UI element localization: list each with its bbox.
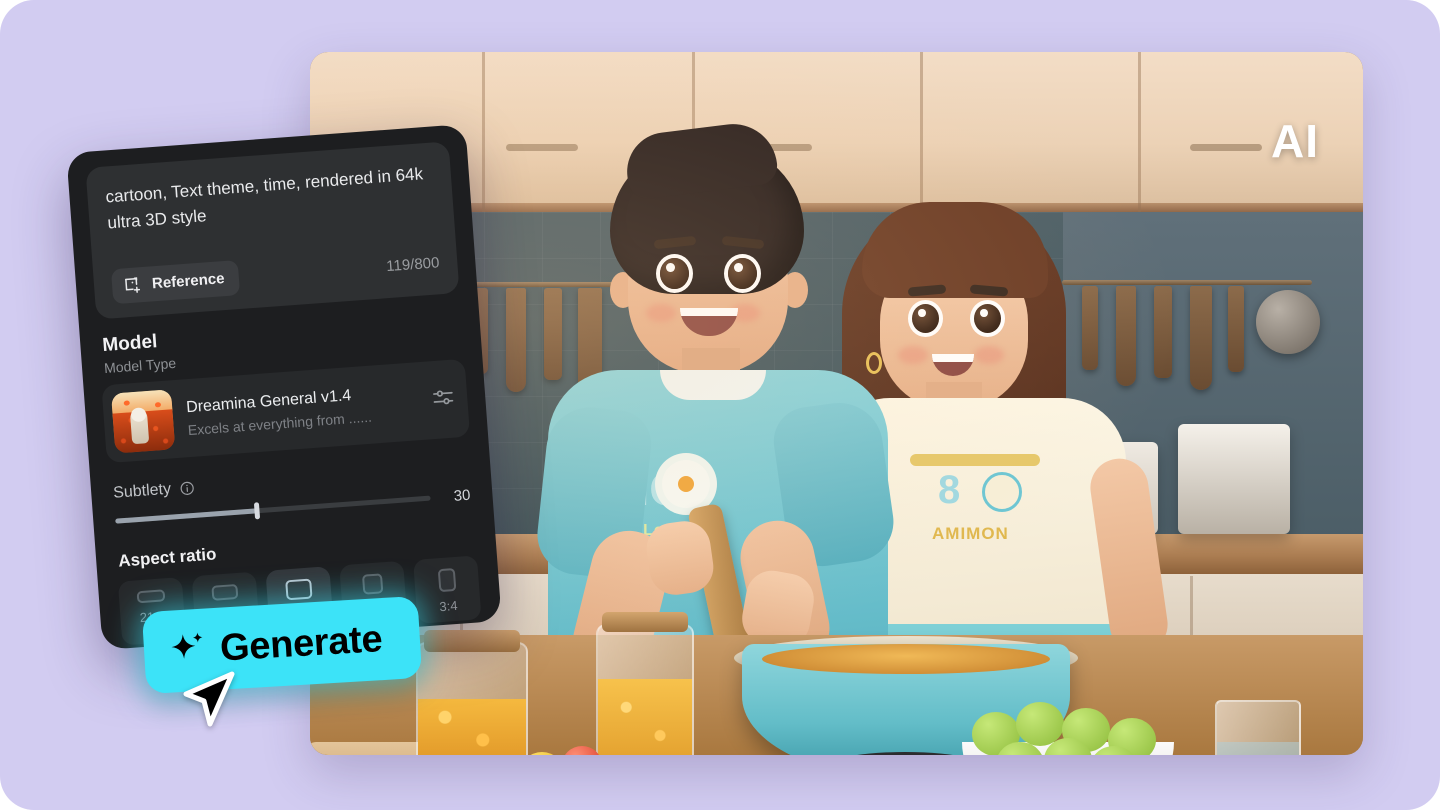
slider-thumb[interactable] <box>254 502 261 520</box>
model-thumbnail <box>111 389 176 454</box>
prompt-text[interactable]: cartoon, Text theme, time, rendered in 6… <box>105 161 436 236</box>
aspect-ratio-shape <box>361 573 384 595</box>
girl-fringe <box>862 202 1048 298</box>
info-circle-icon[interactable] <box>178 480 195 497</box>
aspect-ratio-shape <box>136 589 166 604</box>
generate-label: Generate <box>218 617 384 670</box>
image-plus-icon <box>125 277 141 293</box>
hanging-utensil <box>1154 286 1172 378</box>
jar-contents <box>598 679 692 755</box>
subtlety-label: Subtlety <box>112 480 172 502</box>
slider-fill <box>115 508 258 524</box>
hanging-utensil <box>1082 286 1098 370</box>
glass-water <box>1217 741 1299 755</box>
prompt-input[interactable]: cartoon, Text theme, time, rendered in 6… <box>85 141 460 320</box>
girl-earring <box>866 352 882 374</box>
hanging-utensil <box>1116 286 1136 386</box>
hanging-pan <box>1256 290 1320 354</box>
glass-jar-left <box>416 642 528 755</box>
aspect-ratio-label: 3:4 <box>438 597 459 615</box>
cabinet-seam <box>920 52 923 212</box>
girl-cheek-left <box>898 346 928 364</box>
reference-button[interactable]: Reference <box>110 260 240 305</box>
boy-cheek-left <box>646 304 676 322</box>
ai-badge: AI <box>1271 115 1319 167</box>
cabinet-handle <box>506 144 578 151</box>
jar-contents <box>418 699 526 755</box>
girl-eye-right <box>974 304 1001 333</box>
utensil-rail <box>1062 280 1312 285</box>
cabinet-seam <box>1138 52 1141 212</box>
water-glass <box>1215 700 1301 755</box>
model-info: Dreamina General v1.4 Excels at everythi… <box>186 382 419 438</box>
cabinet-seam <box>482 52 485 212</box>
aspect-ratio-shape <box>211 583 239 601</box>
fried-rice <box>762 644 1050 674</box>
flower-center <box>678 476 694 492</box>
hanging-utensil <box>544 288 562 380</box>
hanging-utensil <box>1190 286 1212 390</box>
boy-hair <box>610 144 804 294</box>
aspect-ratio-option-3-4[interactable]: 3:4 <box>413 555 482 624</box>
boy-eye-right <box>728 258 757 289</box>
tune-sliders-icon[interactable] <box>430 384 456 415</box>
model-selector[interactable]: Dreamina General v1.4 Excels at everythi… <box>101 358 471 464</box>
reference-label: Reference <box>151 270 226 293</box>
boy-eye-left <box>660 258 689 289</box>
girl-shirt-stripe <box>910 454 1040 466</box>
boy-collar <box>660 370 766 400</box>
appliance-coffee-machine <box>1178 424 1290 534</box>
girl-shirt-subtext: AMIMON <box>932 524 1009 543</box>
girl-cheek-right <box>974 346 1004 364</box>
aspect-ratio-shape <box>437 568 456 593</box>
hanging-utensil <box>1228 286 1244 372</box>
mouse-pointer-icon <box>183 671 235 727</box>
canvas: 8 AMIMON NO AI cartoon, Text theme, time… <box>0 0 1440 810</box>
char-counter: 119/800 <box>385 254 440 276</box>
slider-track[interactable] <box>115 495 431 524</box>
aspect-ratio-shape <box>285 578 313 601</box>
glass-jar-right <box>596 624 694 755</box>
girl-shirt-print: 8 <box>938 468 961 512</box>
girl-eye-left <box>912 304 939 333</box>
hanging-utensil <box>506 288 526 392</box>
subtlety-value: 30 <box>453 486 472 505</box>
jar-lid-left <box>424 630 520 652</box>
jar-lid-right <box>602 612 688 632</box>
generation-settings-panel: cartoon, Text theme, time, rendered in 6… <box>66 124 502 650</box>
sparkle-icon <box>171 632 203 659</box>
girl-shirt-badge <box>982 472 1022 512</box>
prompt-footer: Reference 119/800 <box>110 245 441 305</box>
cabinet-handle <box>1190 144 1262 151</box>
